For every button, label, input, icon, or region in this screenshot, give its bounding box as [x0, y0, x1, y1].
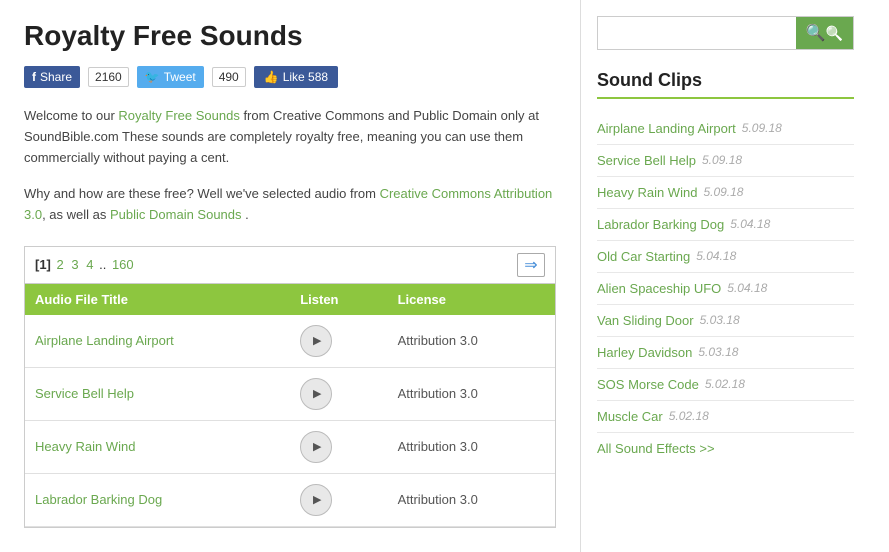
clip-item: Harley Davidson 5.03.18 [597, 337, 854, 369]
page-2-link[interactable]: 2 [57, 257, 64, 272]
search-input[interactable] [598, 20, 796, 47]
search-button[interactable]: 🔍 [796, 17, 853, 49]
col-listen-header: Listen [290, 284, 387, 315]
clip-item: Labrador Barking Dog 5.04.18 [597, 209, 854, 241]
social-bar: f Share 2160 🐦 Tweet 490 👍 Like 588 [24, 66, 556, 88]
table-header-row: Audio File Title Listen License [25, 284, 555, 315]
table-row: Airplane Landing Airport Attribution 3.0 [25, 315, 555, 368]
page-4-link[interactable]: 4 [86, 257, 93, 272]
public-domain-link[interactable]: Public Domain Sounds [110, 207, 242, 222]
twitter-icon: 🐦 [145, 70, 160, 84]
clip-name-link[interactable]: Old Car Starting [597, 249, 690, 264]
clip-name-link[interactable]: Harley Davidson [597, 345, 692, 360]
page-3-link[interactable]: 3 [71, 257, 78, 272]
tw-tweet-label: Tweet [164, 70, 196, 84]
intro-paragraph: Welcome to our Royalty Free Sounds from … [24, 106, 556, 168]
col-title-header: Audio File Title [25, 284, 290, 315]
fb-share-label: Share [40, 70, 72, 84]
clip-item: Heavy Rain Wind 5.09.18 [597, 177, 854, 209]
twitter-tweet-button[interactable]: 🐦 Tweet [137, 66, 204, 88]
page-title: Royalty Free Sounds [24, 20, 556, 52]
clip-item: Airplane Landing Airport 5.09.18 [597, 113, 854, 145]
clip-item: Old Car Starting 5.04.18 [597, 241, 854, 273]
facebook-like-button[interactable]: 👍 Like 588 [254, 66, 338, 88]
sidebar: 🔍 Sound Clips Airplane Landing Airport 5… [580, 0, 870, 552]
audio-table: Audio File Title Listen License Airplane… [25, 284, 555, 527]
clip-item: Muscle Car 5.02.18 [597, 401, 854, 433]
license-text: Attribution 3.0 [398, 492, 478, 507]
clips-list: Airplane Landing Airport 5.09.18 Service… [597, 113, 854, 433]
audio-title-link[interactable]: Labrador Barking Dog [35, 492, 162, 507]
audio-title-link[interactable]: Airplane Landing Airport [35, 333, 174, 348]
sound-clips-title: Sound Clips [597, 70, 854, 99]
table-row: Heavy Rain Wind Attribution 3.0 [25, 420, 555, 473]
clip-name-link[interactable]: Service Bell Help [597, 153, 696, 168]
all-sound-effects-link[interactable]: All Sound Effects >> [597, 441, 854, 456]
twitter-count: 490 [212, 67, 246, 87]
clip-item: SOS Morse Code 5.02.18 [597, 369, 854, 401]
clip-item: Alien Spaceship UFO 5.04.18 [597, 273, 854, 305]
clip-name-link[interactable]: Labrador Barking Dog [597, 217, 724, 232]
clip-date: 5.04.18 [730, 217, 770, 232]
clip-name-link[interactable]: Heavy Rain Wind [597, 185, 697, 200]
current-page: [1] [35, 257, 51, 272]
audio-table-wrapper: [1] 2 3 4 .. 160 ⇒ Audio File Title List… [24, 246, 556, 528]
royalty-free-sounds-link[interactable]: Royalty Free Sounds [118, 108, 239, 123]
clip-name-link[interactable]: Airplane Landing Airport [597, 121, 736, 136]
clip-item: Van Sliding Door 5.03.18 [597, 305, 854, 337]
license-text: Attribution 3.0 [398, 386, 478, 401]
facebook-share-button[interactable]: f Share [24, 66, 80, 88]
col-license-header: License [388, 284, 555, 315]
clip-date: 5.02.18 [705, 377, 745, 392]
audio-title-link[interactable]: Heavy Rain Wind [35, 439, 135, 454]
search-bar: 🔍 [597, 16, 854, 50]
clip-date: 5.09.18 [702, 153, 742, 168]
why-paragraph: Why and how are these free? Well we've s… [24, 184, 556, 226]
clip-date: 5.03.18 [700, 313, 740, 328]
creative-commons-link[interactable]: Creative Commons Attribution 3.0 [24, 186, 552, 222]
play-button[interactable] [300, 431, 332, 463]
page-links: [1] 2 3 4 .. 160 [35, 257, 136, 272]
page-160-link[interactable]: 160 [112, 257, 134, 272]
clip-date: 5.02.18 [669, 409, 709, 424]
table-row: Service Bell Help Attribution 3.0 [25, 367, 555, 420]
facebook-count: 2160 [88, 67, 129, 87]
clip-name-link[interactable]: Van Sliding Door [597, 313, 694, 328]
search-icon: 🔍 [806, 23, 826, 43]
like-label: Like 588 [283, 70, 328, 84]
clip-name-link[interactable]: SOS Morse Code [597, 377, 699, 392]
clip-date: 5.04.18 [696, 249, 736, 264]
play-button[interactable] [300, 325, 332, 357]
license-text: Attribution 3.0 [398, 333, 478, 348]
table-row: Labrador Barking Dog Attribution 3.0 [25, 473, 555, 526]
clip-date: 5.09.18 [703, 185, 743, 200]
license-text: Attribution 3.0 [398, 439, 478, 454]
clip-date: 5.04.18 [727, 281, 767, 296]
table-nav: [1] 2 3 4 .. 160 ⇒ [25, 247, 555, 284]
main-content: Royalty Free Sounds f Share 2160 🐦 Tweet… [0, 0, 580, 552]
clip-name-link[interactable]: Alien Spaceship UFO [597, 281, 721, 296]
clip-date: 5.03.18 [698, 345, 738, 360]
clip-item: Service Bell Help 5.09.18 [597, 145, 854, 177]
thumbs-up-icon: 👍 [264, 70, 279, 84]
play-button[interactable] [300, 484, 332, 516]
audio-title-link[interactable]: Service Bell Help [35, 386, 134, 401]
page-ellipsis: .. [99, 257, 106, 272]
next-page-button[interactable]: ⇒ [517, 253, 545, 277]
clip-date: 5.09.18 [742, 121, 782, 136]
play-button[interactable] [300, 378, 332, 410]
facebook-icon: f [32, 70, 36, 84]
clip-name-link[interactable]: Muscle Car [597, 409, 663, 424]
